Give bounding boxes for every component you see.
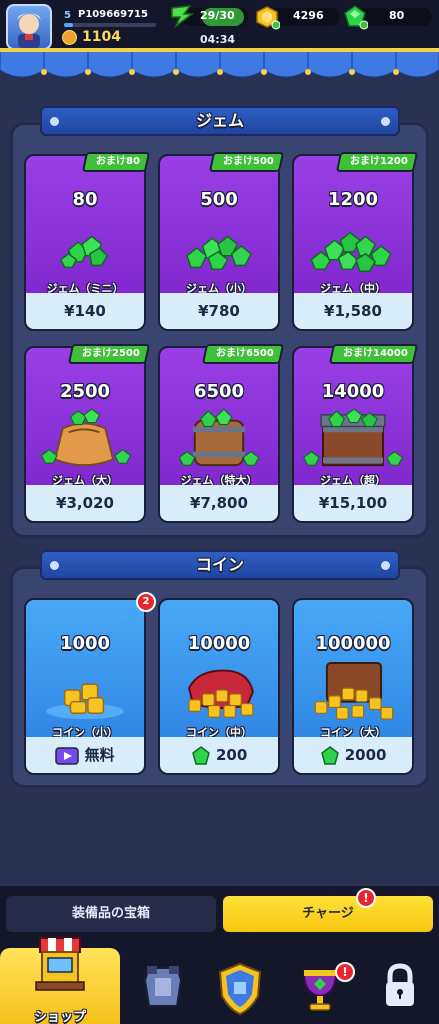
curtain-decoration [0,48,439,78]
bonus-tag: おまけ6500 [202,344,285,364]
player-id: P109669715 [78,9,148,20]
gem-card-super[interactable]: 14000 ジェム（超） ¥15,100 おまけ14000 [292,344,419,523]
coin-section-header: コイン [40,550,400,580]
gem-pile-icon [186,235,252,271]
coin-bag-icon [187,669,254,718]
coin-pile-icon [46,683,124,720]
header-rivet-icon [50,117,59,126]
top-bar: 5 P109669715 1104 29/30 4296 80 04:34 [0,0,439,50]
gem-amount: 14000 [321,381,385,402]
gem-card-medium[interactable]: 1200 ジェム（中） ¥1,580 おまけ1200 [292,152,419,331]
shield-icon [218,962,262,1016]
gem-amount: 500 [200,189,238,210]
bonus-label: おまけ80 [96,156,140,167]
gem-card-xlarge[interactable]: 6500 ジェム（特大） ¥7,800 おまけ6500 [158,344,285,523]
header-rivet-icon [381,561,390,570]
coin-price-free[interactable]: 無料 [26,737,144,773]
gem-price: ¥1,580 [294,293,412,329]
nav-locked[interactable] [370,958,430,1018]
gem-icon [320,745,339,765]
charge-alert-icon: ! [356,888,376,908]
coin-section-title: コイン [195,555,244,574]
energy-icon [171,5,195,28]
gem-icon [191,745,210,765]
gem-section-title: ジェム [195,111,244,130]
xp-bar-fill [64,23,74,27]
nav-shop-label: ショップ [33,1010,86,1024]
play-video-icon [55,746,80,765]
coin-chest-icon [314,662,394,720]
gem-price: ¥7,800 [160,485,278,521]
gold-value: 4296 [293,9,324,22]
gem-icon [344,5,368,30]
bonus-label: おまけ1200 [350,156,408,167]
gem-card-large[interactable]: 2500 ジェム（大） ¥3,020 おまけ2500 [24,344,151,523]
coin-card-large[interactable]: 100000 コイン（大） 2000 [292,598,414,775]
bonus-tag: おまけ80 [81,152,151,172]
power-value: 1104 [82,29,121,45]
coin-amount: 10000 [187,633,251,654]
gem-price: ¥780 [160,293,278,329]
coin-card-small[interactable]: 1000 コイン（小） 無料 2 [24,592,156,775]
nav-equipment[interactable] [133,958,193,1018]
gem-crate-icon [302,408,404,467]
equipment-chest-button[interactable]: 装備品の宝箱 [6,896,216,932]
coin-price[interactable]: 2000 [294,737,412,773]
price-value: 2000 [344,746,387,764]
gem-amount: 80 [72,189,98,210]
coin-amount: 100000 [315,633,391,654]
bonus-tag: おまけ14000 [329,344,419,364]
charge-button[interactable]: チャージ [223,896,433,932]
free-label: 無料 [84,746,115,764]
coin-card-medium[interactable]: 10000 コイン（中） 200 [158,598,280,775]
armor-icon [143,966,183,1007]
bonus-label: おまけ14000 [343,348,408,359]
coin-price[interactable]: 200 [160,737,278,773]
bonus-tag: おまけ500 [208,152,285,172]
gem-price: ¥3,020 [26,485,144,521]
gem-amount: 2500 [59,381,111,402]
gem-amount: 1200 [327,189,379,210]
xp-bar [64,23,156,27]
bottom-nav: ショップ ! [0,937,439,1024]
header-rivet-icon [50,561,59,570]
gem-card-mini[interactable]: 80 ジェム（ミニ） ¥140 おまけ80 [24,152,151,331]
gem-amount: 6500 [193,381,245,402]
coin-amount: 1000 [59,633,111,654]
gem-pile-icon [59,235,109,269]
notification-badge: 2 [136,592,156,612]
gem-card-small[interactable]: 500 ジェム（小） ¥780 おまけ500 [158,152,285,331]
gem-pile-icon [310,231,392,272]
energy-value: 29/30 [200,9,235,22]
player-level: 5 [64,10,71,21]
bonus-tag: おまけ2500 [68,344,151,364]
gem-price: ¥140 [26,293,144,329]
price-value: 200 [215,746,248,764]
gem-sack-icon [40,408,132,467]
player-avatar[interactable] [6,4,52,50]
bonus-label: おまけ2500 [82,348,140,359]
header-rivet-icon [381,117,390,126]
gem-barrel-icon [178,408,260,467]
gem-value: 80 [389,9,405,22]
shop-icon [35,937,85,991]
nav-hero[interactable] [210,958,270,1018]
gem-price: ¥15,100 [294,485,412,521]
bonus-tag: おまけ1200 [336,152,419,172]
bonus-label: おまけ500 [223,156,274,167]
gem-section-header: ジェム [40,106,400,136]
bonus-label: おまけ6500 [216,348,274,359]
power-icon [62,30,77,45]
gold-coin-icon [256,6,280,30]
timer: 04:34 [200,33,236,46]
nav-shop[interactable]: ショップ [0,937,120,1024]
lock-icon [386,963,414,1006]
trophy-alert-icon: ! [335,962,355,982]
